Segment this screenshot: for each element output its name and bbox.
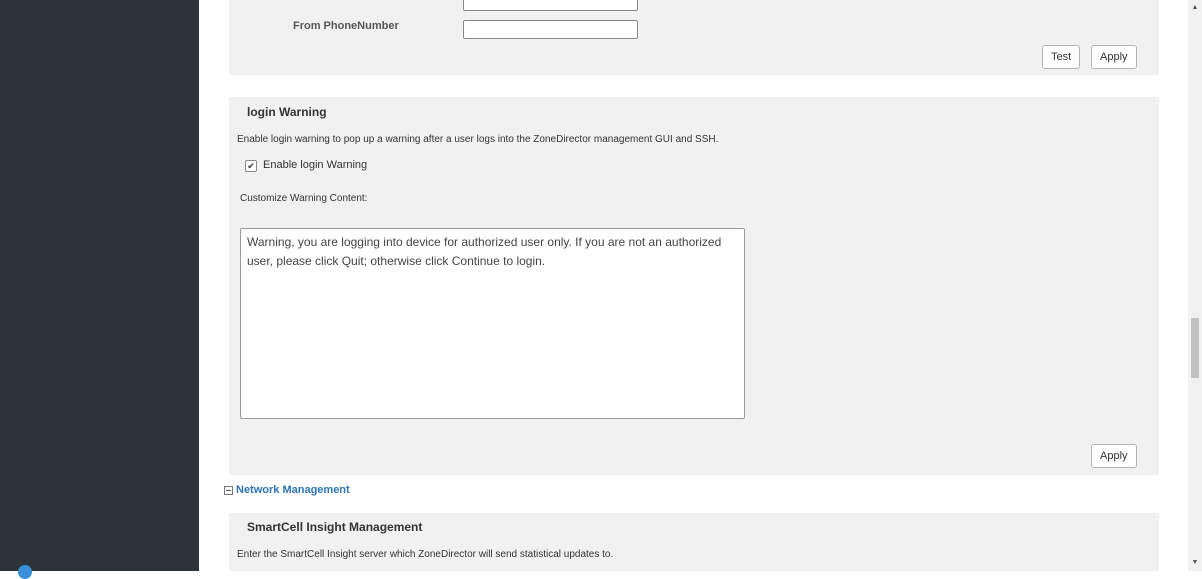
from-phone-label: From PhoneNumber (293, 20, 399, 32)
scroll-up-arrow-icon[interactable]: ▲ (1190, 3, 1200, 13)
apply-button-sms[interactable]: Apply (1091, 45, 1137, 69)
vertical-scrollbar[interactable]: ▲ ▼ (1188, 0, 1202, 571)
network-management-toggle[interactable]: Network Management (224, 484, 350, 496)
enable-login-warning-label[interactable]: Enable login Warning (263, 159, 367, 171)
scrollbar-thumb[interactable] (1191, 318, 1199, 378)
warning-content-textarea[interactable]: Warning, you are logging into device for… (240, 228, 745, 419)
sidebar-status-dot (18, 565, 32, 579)
collapse-minus-icon (224, 485, 233, 495)
smartcell-panel: SmartCell Insight Management Enter the S… (229, 513, 1159, 571)
scroll-down-arrow-icon[interactable]: ▼ (1190, 558, 1200, 568)
test-button[interactable]: Test (1042, 45, 1081, 69)
left-sidebar (0, 0, 199, 579)
network-management-label: Network Management (236, 484, 350, 496)
login-warning-title: login Warning (247, 105, 327, 119)
login-warning-description: Enable login warning to pop up a warning… (237, 134, 719, 145)
login-warning-panel: login Warning Enable login warning to po… (229, 97, 1159, 475)
customize-warning-label: Customize Warning Content: (240, 193, 368, 204)
sms-settings-panel: From PhoneNumber Test Apply (229, 0, 1159, 75)
smartcell-title: SmartCell Insight Management (247, 520, 423, 534)
smartcell-description: Enter the SmartCell Insight server which… (237, 549, 614, 560)
from-phone-input[interactable] (463, 20, 638, 39)
enable-login-warning-checkbox[interactable]: ✔ (245, 160, 257, 172)
previous-field-input[interactable] (463, 0, 638, 11)
apply-button-login-warning[interactable]: Apply (1091, 444, 1137, 468)
